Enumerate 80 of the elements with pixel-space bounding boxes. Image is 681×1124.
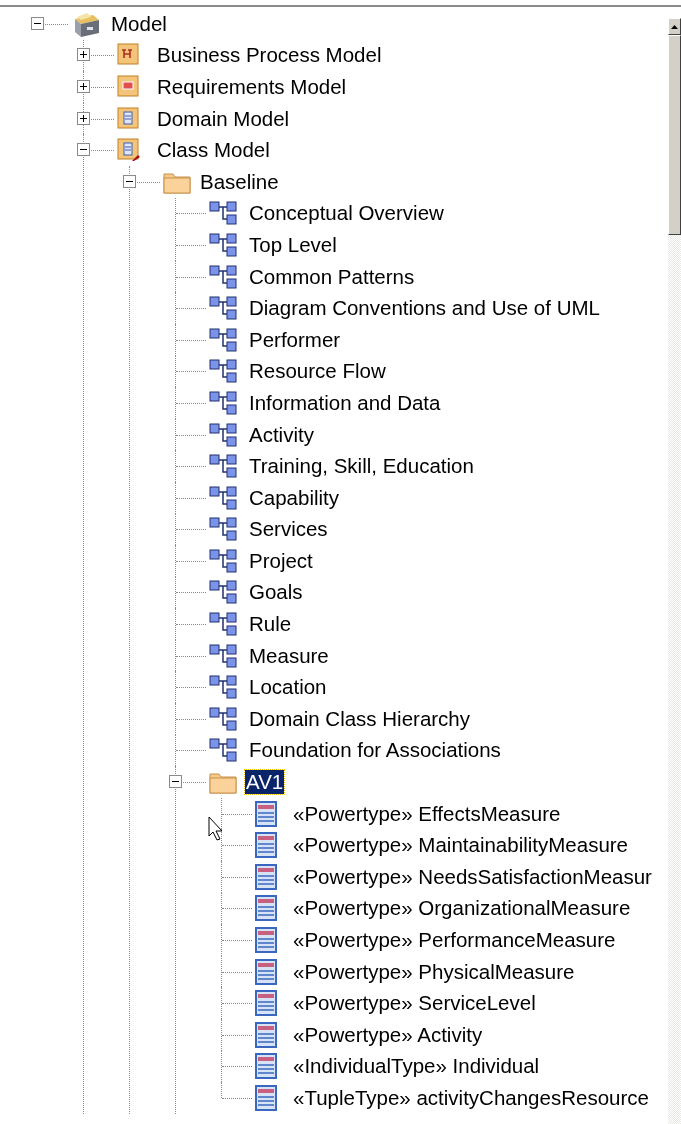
class-icon bbox=[255, 1021, 277, 1048]
tree-item[interactable]: «Powertype» EffectsMeasure bbox=[292, 801, 562, 826]
requirements-model-icon bbox=[117, 75, 141, 99]
tree-item[interactable]: Model bbox=[110, 11, 168, 36]
class-diagram-icon bbox=[209, 421, 239, 448]
class-diagram-icon bbox=[209, 453, 239, 480]
class-diagram-icon bbox=[209, 389, 239, 416]
tree-item[interactable]: Business Process Model bbox=[156, 43, 383, 68]
class-icon bbox=[255, 895, 277, 922]
scroll-up-button[interactable] bbox=[668, 18, 681, 35]
class-diagram-icon bbox=[209, 674, 239, 701]
class-diagram-icon bbox=[209, 295, 239, 322]
collapse-toggle[interactable] bbox=[169, 775, 182, 789]
scroll-thumb[interactable] bbox=[668, 35, 681, 235]
tree-item[interactable]: Baseline bbox=[199, 169, 280, 194]
tree-item[interactable]: «Powertype» ServiceLevel bbox=[292, 991, 537, 1016]
collapse-toggle[interactable] bbox=[77, 143, 90, 157]
class-diagram-icon bbox=[209, 611, 239, 638]
class-icon bbox=[255, 958, 277, 985]
caret-up-icon bbox=[671, 24, 678, 29]
class-icon bbox=[255, 863, 277, 890]
tree-item[interactable]: «Powertype» MaintainabilityMeasure bbox=[292, 833, 629, 858]
class-icon bbox=[255, 832, 277, 859]
class-diagram-icon bbox=[209, 263, 239, 290]
class-diagram-icon bbox=[209, 642, 239, 669]
class-model-icon bbox=[117, 138, 141, 163]
class-diagram-icon bbox=[209, 326, 239, 353]
tree-item[interactable]: Resource Flow bbox=[248, 359, 387, 384]
class-diagram-icon bbox=[209, 705, 239, 732]
tree-item[interactable]: Goals bbox=[248, 580, 304, 605]
tree-item[interactable]: Rule bbox=[248, 612, 293, 637]
tree-item[interactable]: Performer bbox=[248, 327, 342, 352]
expand-toggle[interactable] bbox=[77, 48, 90, 62]
tree-item[interactable]: «Powertype» PerformanceMeasure bbox=[292, 928, 617, 952]
class-icon bbox=[255, 1085, 277, 1111]
process-model-icon bbox=[117, 43, 141, 68]
tree-item[interactable]: Domain Model bbox=[156, 106, 291, 131]
tree-item[interactable]: Foundation for Associations bbox=[248, 738, 502, 763]
class-icon bbox=[255, 927, 277, 953]
tree-item[interactable]: Top Level bbox=[248, 232, 338, 257]
tree-item[interactable]: Measure bbox=[248, 643, 330, 668]
tree-item[interactable]: «Powertype» Activity bbox=[292, 1022, 484, 1047]
collapse-toggle[interactable] bbox=[31, 16, 44, 30]
class-diagram-icon bbox=[209, 200, 239, 227]
tree-item[interactable]: «Powertype» PhysicalMeasure bbox=[292, 959, 576, 984]
class-diagram-icon bbox=[209, 737, 239, 764]
tree-item[interactable]: «IndividualType» Individual bbox=[292, 1054, 541, 1079]
tree-item[interactable]: Information and Data bbox=[248, 390, 442, 415]
class-icon bbox=[255, 1053, 277, 1080]
tree-item[interactable]: Domain Class Hierarchy bbox=[248, 706, 471, 731]
tree-item[interactable]: Activity bbox=[248, 422, 315, 447]
class-diagram-icon bbox=[209, 231, 239, 258]
folder-icon bbox=[209, 770, 237, 795]
tree-item[interactable]: Location bbox=[248, 675, 328, 700]
domain-model-icon bbox=[117, 106, 141, 131]
class-diagram-icon bbox=[209, 516, 239, 543]
tree-item[interactable]: Services bbox=[248, 517, 329, 542]
tree-item[interactable]: Project bbox=[248, 548, 314, 573]
tree-item[interactable]: AV1 bbox=[245, 770, 285, 795]
tree-item[interactable]: «Powertype» NeedsSatisfactionMeasur bbox=[292, 864, 653, 889]
expand-toggle[interactable] bbox=[77, 111, 90, 125]
tree-item[interactable]: Class Model bbox=[156, 138, 271, 163]
class-diagram-icon bbox=[209, 579, 239, 606]
tree-item[interactable]: Capability bbox=[248, 485, 341, 510]
class-diagram-icon bbox=[209, 547, 239, 574]
tree-item[interactable]: «TupleType» activityChangesResource bbox=[292, 1086, 650, 1110]
tree-item[interactable]: Diagram Conventions and Use of UML bbox=[248, 296, 601, 321]
expand-toggle[interactable] bbox=[77, 80, 90, 93]
class-icon bbox=[255, 800, 277, 827]
class-icon bbox=[255, 990, 277, 1017]
class-diagram-icon bbox=[209, 484, 239, 511]
tree-item[interactable]: Training, Skill, Education bbox=[248, 454, 475, 479]
tree-item[interactable]: Requirements Model bbox=[156, 75, 348, 99]
scrollbar[interactable] bbox=[668, 18, 681, 1124]
cursor-icon bbox=[208, 816, 224, 842]
class-diagram-icon bbox=[209, 358, 239, 385]
collapse-toggle[interactable] bbox=[123, 174, 136, 188]
tree-item[interactable]: Common Patterns bbox=[248, 264, 416, 289]
tree-item[interactable]: Conceptual Overview bbox=[248, 201, 445, 226]
tree-item[interactable]: «Powertype» OrganizationalMeasure bbox=[292, 896, 632, 921]
